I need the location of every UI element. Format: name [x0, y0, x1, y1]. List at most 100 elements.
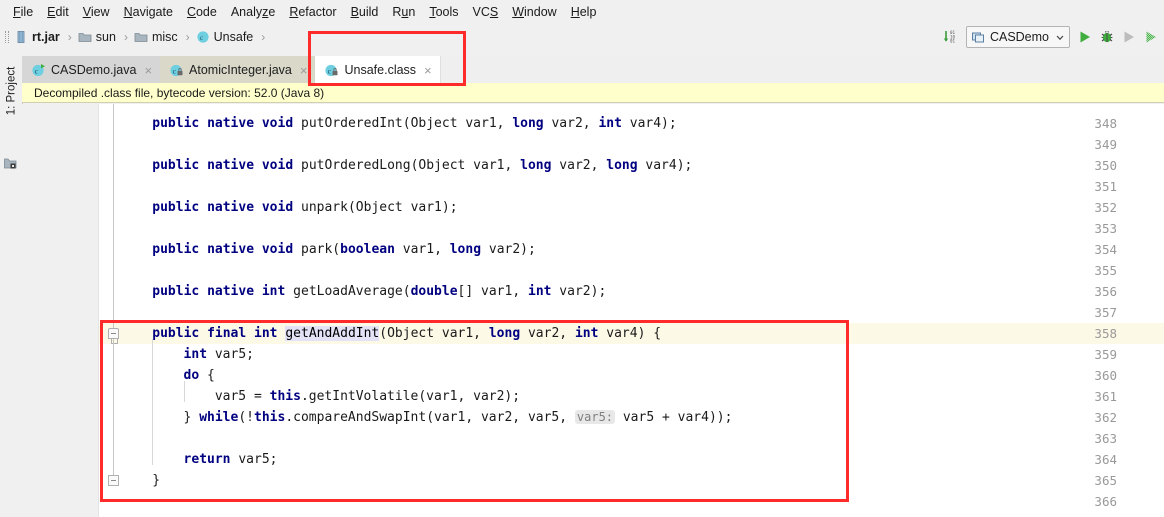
chevron-down-icon[interactable] [1055, 32, 1065, 42]
sort-binary-icon[interactable]: 01 10 01 [940, 26, 962, 48]
code-line-text: public final int getAndAddInt(Object var… [121, 323, 661, 344]
menu-item-window[interactable]: Window [505, 2, 563, 22]
line-number: 360 [1094, 368, 1117, 383]
menu-item-vcs[interactable]: VCS [466, 2, 506, 22]
line-number: 364 [1094, 452, 1117, 467]
breadcrumb-label: Unsafe [213, 30, 254, 44]
navigation-bar: rt.jar › sun › misc › c Unsafe › 01 10 01 [0, 24, 1164, 50]
menu-item-build[interactable]: Build [344, 2, 386, 22]
code-line[interactable]: public native void putOrderedInt(Object … [99, 113, 1164, 134]
code-line[interactable]: var5 = this.getIntVolatile(var1, var2); [99, 386, 1164, 407]
line-number: 351 [1094, 179, 1117, 194]
code-line[interactable] [99, 428, 1164, 449]
breadcrumb-item-misc[interactable]: misc [132, 24, 180, 50]
code-line[interactable]: } while(!this.compareAndSwapInt(var1, va… [99, 407, 1164, 428]
code-token: public [152, 158, 200, 173]
code-line[interactable]: public native void putOrderedLong(Object… [99, 155, 1164, 176]
code-token: long [606, 158, 638, 173]
code-token: int [574, 326, 599, 341]
svg-text:01: 01 [950, 39, 956, 44]
code-token: (Object var1, [379, 326, 489, 341]
menu-item-code[interactable]: Code [180, 2, 224, 22]
menu-item-refactor[interactable]: Refactor [282, 2, 343, 22]
line-number: 362 [1094, 410, 1117, 425]
run-with-coverage-button [1118, 26, 1140, 48]
decompiled-notification-banner: Decompiled .class file, bytecode version… [22, 83, 1164, 103]
code-token: void [261, 158, 294, 173]
code-token: do [183, 368, 200, 383]
breadcrumb-item-Unsafe[interactable]: c Unsafe [194, 24, 256, 50]
run-configuration-selector[interactable]: CASDemo [965, 26, 1070, 48]
editor-tab-CASDemo-java[interactable]: c CASDemo.java × [22, 56, 161, 83]
menu-mnemonic: z [262, 5, 269, 19]
code-line[interactable] [99, 302, 1164, 323]
breadcrumb-item-rt-jar[interactable]: rt.jar [12, 24, 62, 50]
code-token: boolean [340, 242, 395, 257]
profile-button[interactable] [1140, 26, 1162, 48]
code-line[interactable] [99, 134, 1164, 155]
code-token: this [269, 389, 301, 404]
code-line[interactable]: public native void unpark(Object var1); [99, 197, 1164, 218]
code-line[interactable] [99, 260, 1164, 281]
code-line[interactable]: public native int getLoadAverage(double[… [99, 281, 1164, 302]
code-line[interactable]: int var5; [99, 344, 1164, 365]
close-icon[interactable]: × [144, 64, 152, 77]
banner-text: Decompiled .class file, bytecode version… [34, 85, 325, 100]
editor-gutter[interactable] [22, 104, 98, 517]
indent-guide [152, 339, 154, 465]
code-token: long [488, 326, 521, 341]
code-content[interactable]: public native void putOrderedInt(Object … [99, 104, 1164, 517]
code-line-text: } [121, 470, 160, 491]
code-token: long [520, 158, 552, 173]
line-number: 353 [1094, 221, 1117, 236]
line-number: 348 [1094, 116, 1117, 131]
parameter-hint: var5: [574, 410, 616, 424]
menu-mnemonic: S [489, 5, 499, 19]
menu-item-help[interactable]: Help [564, 2, 604, 22]
code-token: } [183, 410, 200, 425]
code-line[interactable]: return var5; [99, 449, 1164, 470]
code-token: } [152, 473, 161, 488]
code-line[interactable]: public native void park(boolean var1, lo… [99, 239, 1164, 260]
java-class-locked-icon: c [169, 63, 184, 78]
code-line[interactable]: public final int getAndAddInt(Object var… [99, 323, 1164, 344]
code-token: public [152, 284, 200, 299]
code-line[interactable] [99, 491, 1164, 512]
menu-item-tools[interactable]: Tools [422, 2, 465, 22]
fold-top-marker[interactable] [108, 328, 119, 339]
menu-item-file[interactable]: File [6, 2, 40, 22]
code-token: var5; [230, 452, 278, 467]
breadcrumb-separator-icon: › [123, 30, 128, 44]
run-button[interactable] [1074, 26, 1096, 48]
menu-item-run[interactable]: Run [385, 2, 422, 22]
breadcrumb-item-sun[interactable]: sun [76, 24, 118, 50]
menu-item-view[interactable]: View [76, 2, 117, 22]
code-token: int [254, 326, 278, 341]
line-number: 350 [1094, 158, 1117, 173]
code-line[interactable] [99, 218, 1164, 239]
editor-tab-label: CASDemo.java [51, 63, 137, 77]
code-line[interactable]: } [99, 470, 1164, 491]
code-line[interactable]: do { [99, 365, 1164, 386]
menu-item-navigate[interactable]: Navigate [117, 2, 180, 22]
structure-icon[interactable] [3, 156, 19, 172]
menu-item-edit[interactable]: Edit [40, 2, 76, 22]
editor-tab-AtomicInteger-java[interactable]: c AtomicInteger.java × [160, 56, 316, 83]
close-icon[interactable]: × [424, 64, 432, 77]
menu-mnemonic: C [186, 5, 196, 19]
menu-item-analyze[interactable]: Analyze [224, 2, 282, 22]
toolbar-drag-handle[interactable] [2, 24, 12, 50]
fold-bottom-marker[interactable] [108, 475, 119, 486]
debug-button[interactable] [1096, 26, 1118, 48]
editor-tab-Unsafe-class[interactable]: c Unsafe.class × [315, 56, 440, 83]
code-editor[interactable]: public native void putOrderedInt(Object … [22, 104, 1164, 517]
close-icon[interactable]: × [300, 64, 308, 77]
intellij-window: File Edit View Navigate Code Analyze Refactor B… [0, 0, 1164, 517]
code-line[interactable] [99, 176, 1164, 197]
menu-mnemonic: H [570, 5, 580, 19]
sidebar-item-project[interactable]: 1: Project [0, 54, 22, 128]
code-token: getAndAddInt [285, 326, 380, 341]
